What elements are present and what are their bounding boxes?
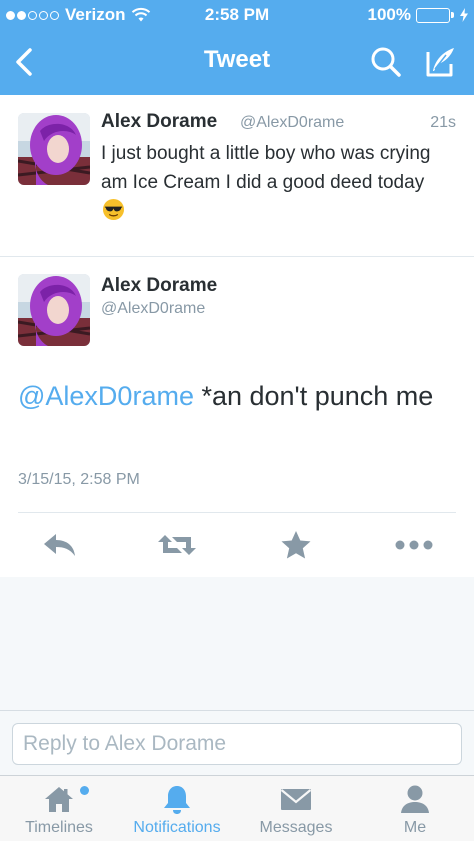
compose-icon [426,48,454,77]
retweet-button[interactable] [155,527,199,563]
reply-icon [44,534,75,556]
avatar[interactable] [18,113,90,185]
tweet-text: I just bought a little boy who was cryin… [101,139,441,226]
mention-link[interactable]: @AlexD0rame [18,381,194,411]
tab-label: Messages [259,819,333,836]
tab-bar: Timelines Notifications Messages Me [0,775,474,841]
compose-button[interactable] [420,42,460,82]
bell-icon [164,786,190,814]
envelope-icon [280,789,312,810]
tweet-text: @AlexD0rame *an don't punch me [18,377,448,416]
charging-icon [460,8,468,22]
tab-me[interactable]: Me [356,776,474,841]
divider [18,512,456,513]
unread-indicator [80,786,89,795]
tweet-text-body: I just bought a little boy who was cryin… [101,143,431,193]
person-icon [401,785,429,813]
reply-input[interactable] [12,723,462,765]
tab-label: Timelines [25,819,93,836]
parent-tweet[interactable]: Alex Dorame @AlexD0rame 21s I just bough… [0,95,474,257]
author-handle: @AlexD0rame [101,300,206,317]
reply-bar [0,710,474,775]
status-bar: Verizon 2:58 PM 100% [0,0,474,30]
tab-label: Me [403,819,427,836]
sunglasses-emoji-icon [102,198,125,221]
retweet-icon [158,535,196,555]
battery-percentage: 100% [367,5,411,24]
tab-notifications[interactable]: Notifications [118,776,236,841]
tab-messages[interactable]: Messages [237,776,355,841]
author-handle: @AlexD0rame [240,114,345,131]
author-name[interactable]: Alex Dorame [101,111,217,133]
tweet-text-body: *an don't punch me [193,381,434,411]
star-icon [281,531,311,559]
favorite-button[interactable] [274,527,318,563]
battery-icon [416,7,454,23]
tab-timelines[interactable]: Timelines [0,776,118,841]
tab-label: Notifications [133,819,221,836]
search-icon [371,47,401,77]
avatar[interactable] [18,274,90,346]
reply-button[interactable] [38,527,82,563]
more-icon [395,540,433,550]
navigation-bar: Tweet [0,30,474,95]
tweet-detail: Alex Dorame @AlexD0rame 21s I just bough… [0,95,474,577]
header: Verizon 2:58 PM 100% Tweet [0,0,474,95]
search-button[interactable] [366,42,406,82]
tweet-timestamp: 21s [430,114,456,131]
tweet-date: 3/15/15, 2:58 PM [18,471,140,488]
home-icon [45,787,73,812]
more-button[interactable] [392,527,436,563]
author-name[interactable]: Alex Dorame [101,275,217,297]
